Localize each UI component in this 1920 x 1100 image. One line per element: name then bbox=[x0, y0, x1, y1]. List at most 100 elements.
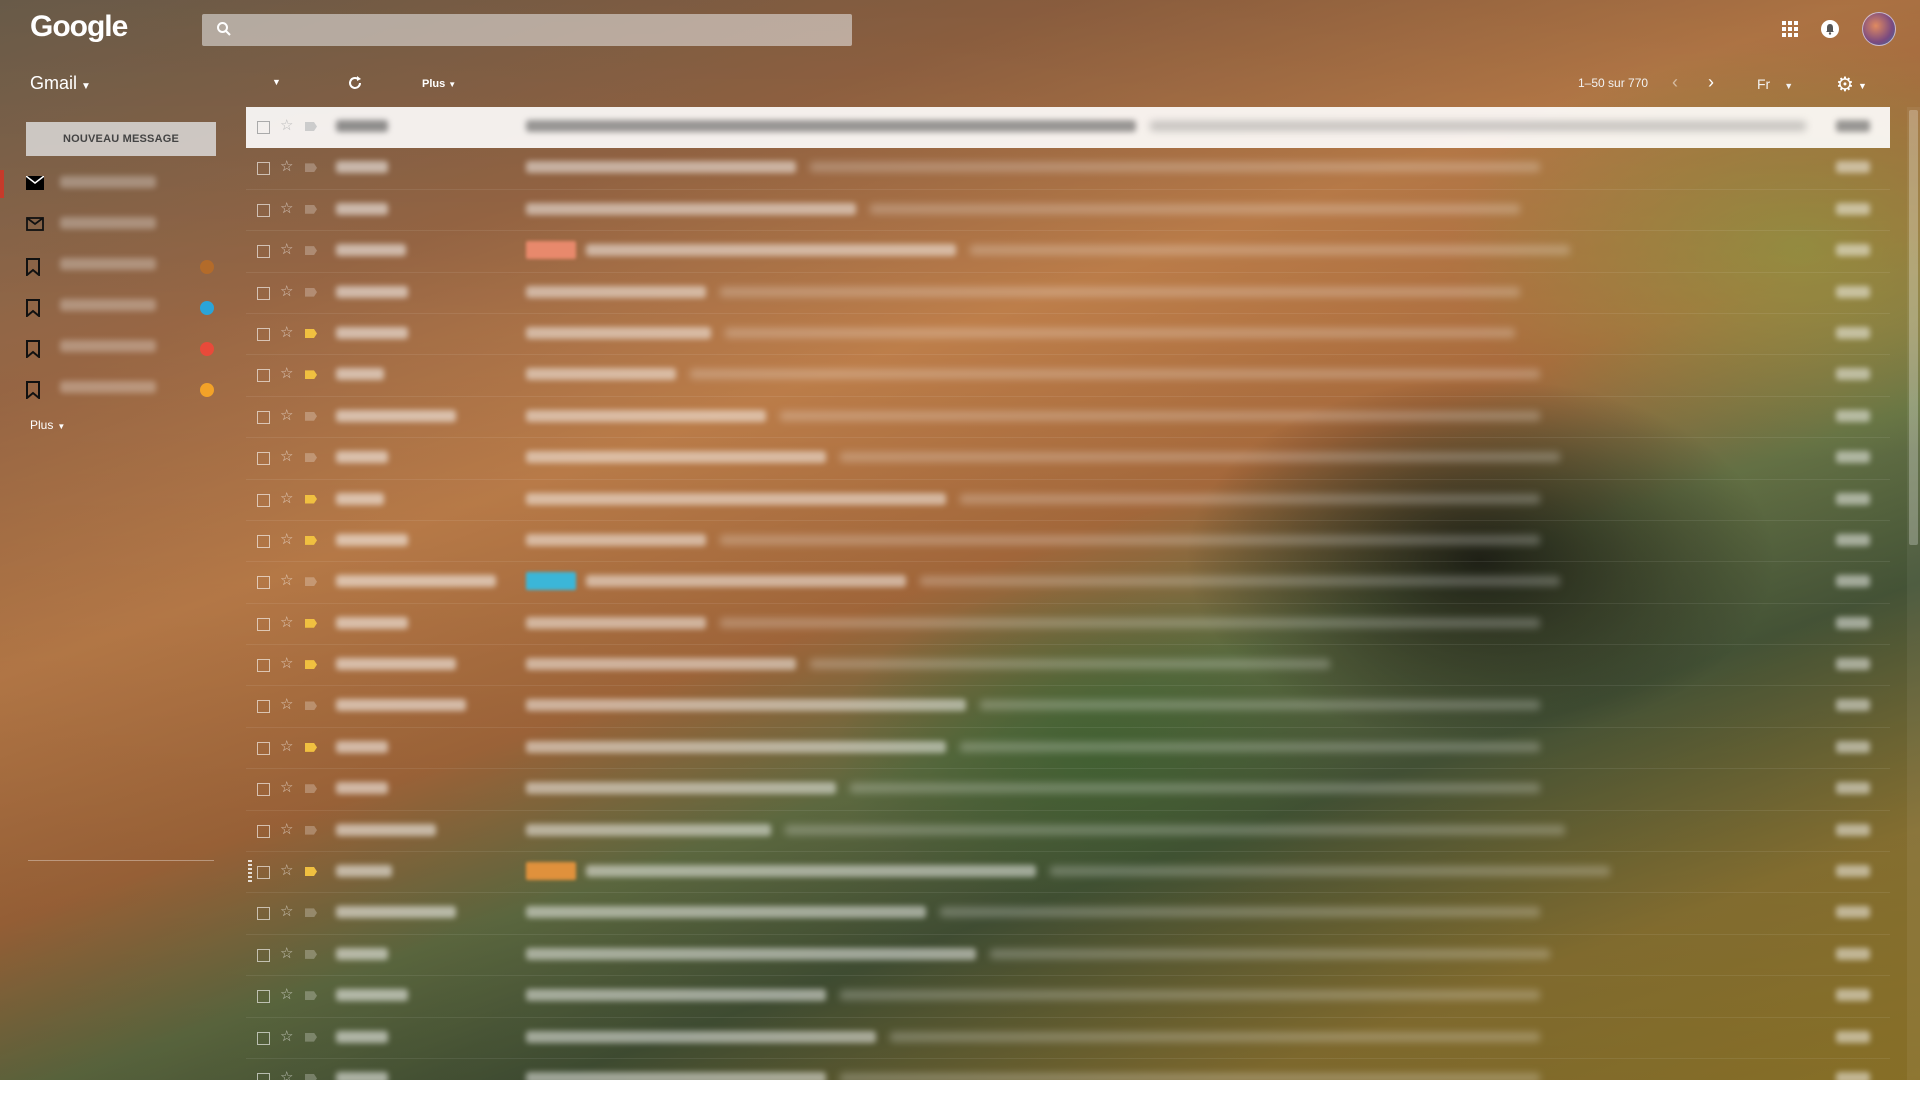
row-checkbox[interactable] bbox=[257, 286, 270, 300]
star-icon[interactable]: ☆ bbox=[280, 323, 293, 341]
select-dropdown-icon[interactable]: ▼ bbox=[272, 77, 281, 87]
email-row[interactable]: ☆ bbox=[246, 645, 1890, 687]
importance-marker-icon[interactable] bbox=[305, 949, 317, 959]
star-icon[interactable]: ☆ bbox=[280, 364, 293, 382]
avatar[interactable] bbox=[1862, 12, 1896, 46]
email-row[interactable]: ☆ bbox=[246, 521, 1890, 563]
importance-marker-icon[interactable] bbox=[305, 784, 317, 794]
star-icon[interactable]: ☆ bbox=[280, 199, 293, 217]
importance-marker-icon[interactable] bbox=[305, 1032, 317, 1042]
sidebar-item-5[interactable] bbox=[0, 369, 226, 410]
row-checkbox[interactable] bbox=[257, 369, 270, 383]
sidebar-item-3[interactable] bbox=[0, 287, 226, 328]
row-checkbox[interactable] bbox=[257, 617, 270, 631]
star-icon[interactable]: ☆ bbox=[280, 944, 293, 962]
email-row[interactable]: ☆ bbox=[246, 480, 1890, 521]
importance-marker-icon[interactable] bbox=[305, 742, 317, 752]
row-checkbox[interactable] bbox=[257, 741, 270, 755]
importance-marker-icon[interactable] bbox=[305, 163, 317, 173]
drag-handle[interactable] bbox=[248, 860, 252, 885]
email-row[interactable]: ☆ bbox=[246, 852, 1890, 894]
row-checkbox[interactable] bbox=[257, 907, 270, 921]
email-row[interactable]: ☆ bbox=[246, 935, 1890, 977]
email-row[interactable]: ☆ bbox=[246, 811, 1890, 853]
star-icon[interactable]: ☆ bbox=[280, 820, 293, 838]
row-checkbox[interactable] bbox=[257, 948, 270, 962]
star-icon[interactable]: ☆ bbox=[280, 613, 293, 631]
email-row[interactable]: ☆ bbox=[246, 562, 1890, 604]
email-row[interactable]: ☆ bbox=[246, 976, 1890, 1018]
importance-marker-icon[interactable] bbox=[305, 1073, 317, 1083]
email-row[interactable]: ☆ bbox=[246, 107, 1890, 149]
row-checkbox[interactable] bbox=[257, 1031, 270, 1045]
row-checkbox[interactable] bbox=[257, 824, 270, 838]
row-checkbox[interactable] bbox=[257, 203, 270, 217]
row-checkbox[interactable] bbox=[257, 576, 270, 590]
chevron-right-icon[interactable]: › bbox=[1708, 72, 1714, 93]
row-checkbox[interactable] bbox=[257, 121, 270, 134]
row-checkbox[interactable] bbox=[257, 866, 270, 880]
chevron-left-icon[interactable]: ‹ bbox=[1672, 72, 1678, 93]
row-checkbox[interactable] bbox=[257, 534, 270, 548]
importance-marker-icon[interactable] bbox=[305, 535, 317, 545]
row-checkbox[interactable] bbox=[257, 162, 270, 176]
sidebar-item-2[interactable] bbox=[0, 246, 226, 287]
star-icon[interactable]: ☆ bbox=[280, 240, 293, 258]
star-icon[interactable]: ☆ bbox=[280, 861, 293, 879]
star-icon[interactable]: ☆ bbox=[280, 985, 293, 1003]
importance-marker-icon[interactable] bbox=[305, 122, 317, 131]
star-icon[interactable]: ☆ bbox=[280, 157, 293, 175]
email-row[interactable]: ☆ bbox=[246, 438, 1890, 480]
importance-marker-icon[interactable] bbox=[305, 701, 317, 711]
star-icon[interactable]: ☆ bbox=[280, 778, 293, 796]
email-row[interactable]: ☆ bbox=[246, 769, 1890, 811]
google-logo[interactable]: Google bbox=[30, 10, 128, 44]
email-row[interactable]: ☆ bbox=[246, 231, 1890, 273]
importance-marker-icon[interactable] bbox=[305, 370, 317, 380]
language-select[interactable]: Fr ▼ bbox=[1757, 76, 1793, 92]
email-row[interactable]: ☆ bbox=[246, 314, 1890, 356]
importance-marker-icon[interactable] bbox=[305, 991, 317, 1001]
scrollbar-thumb[interactable] bbox=[1909, 110, 1918, 545]
row-checkbox[interactable] bbox=[257, 659, 270, 673]
importance-marker-icon[interactable] bbox=[305, 577, 317, 587]
row-checkbox[interactable] bbox=[257, 245, 270, 259]
star-icon[interactable]: ☆ bbox=[280, 489, 293, 507]
email-row[interactable]: ☆ bbox=[246, 728, 1890, 770]
importance-marker-icon[interactable] bbox=[305, 867, 317, 877]
importance-marker-icon[interactable] bbox=[305, 660, 317, 670]
sidebar-more-button[interactable]: Plus ▼ bbox=[30, 418, 65, 432]
search-input[interactable] bbox=[202, 14, 852, 46]
email-row[interactable]: ☆ bbox=[246, 604, 1890, 646]
settings-button[interactable]: ⚙ ▼ bbox=[1836, 72, 1867, 97]
importance-marker-icon[interactable] bbox=[305, 204, 317, 214]
email-row[interactable]: ☆ bbox=[246, 893, 1890, 935]
star-icon[interactable]: ☆ bbox=[280, 530, 293, 548]
importance-marker-icon[interactable] bbox=[305, 411, 317, 421]
email-row[interactable]: ☆ bbox=[246, 190, 1890, 232]
sidebar-item-1[interactable] bbox=[0, 205, 226, 246]
row-checkbox[interactable] bbox=[257, 410, 270, 424]
sidebar-item-4[interactable] bbox=[0, 328, 226, 369]
star-icon[interactable]: ☆ bbox=[280, 902, 293, 920]
refresh-icon[interactable] bbox=[346, 74, 364, 92]
star-icon[interactable]: ☆ bbox=[280, 654, 293, 672]
importance-marker-icon[interactable] bbox=[305, 453, 317, 463]
star-icon[interactable]: ☆ bbox=[280, 282, 293, 300]
sidebar-item-0[interactable] bbox=[0, 164, 226, 205]
importance-marker-icon[interactable] bbox=[305, 328, 317, 338]
star-icon[interactable]: ☆ bbox=[280, 695, 293, 713]
row-checkbox[interactable] bbox=[257, 990, 270, 1004]
star-icon[interactable]: ☆ bbox=[280, 116, 293, 134]
email-row[interactable]: ☆ bbox=[246, 1059, 1890, 1100]
importance-marker-icon[interactable] bbox=[305, 246, 317, 256]
email-row[interactable]: ☆ bbox=[246, 1018, 1890, 1059]
email-row[interactable]: ☆ bbox=[246, 397, 1890, 439]
star-icon[interactable]: ☆ bbox=[280, 1068, 293, 1086]
star-icon[interactable]: ☆ bbox=[280, 1027, 293, 1045]
importance-marker-icon[interactable] bbox=[305, 494, 317, 504]
star-icon[interactable]: ☆ bbox=[280, 571, 293, 589]
more-button[interactable]: Plus ▼ bbox=[422, 78, 456, 90]
importance-marker-icon[interactable] bbox=[305, 825, 317, 835]
star-icon[interactable]: ☆ bbox=[280, 406, 293, 424]
